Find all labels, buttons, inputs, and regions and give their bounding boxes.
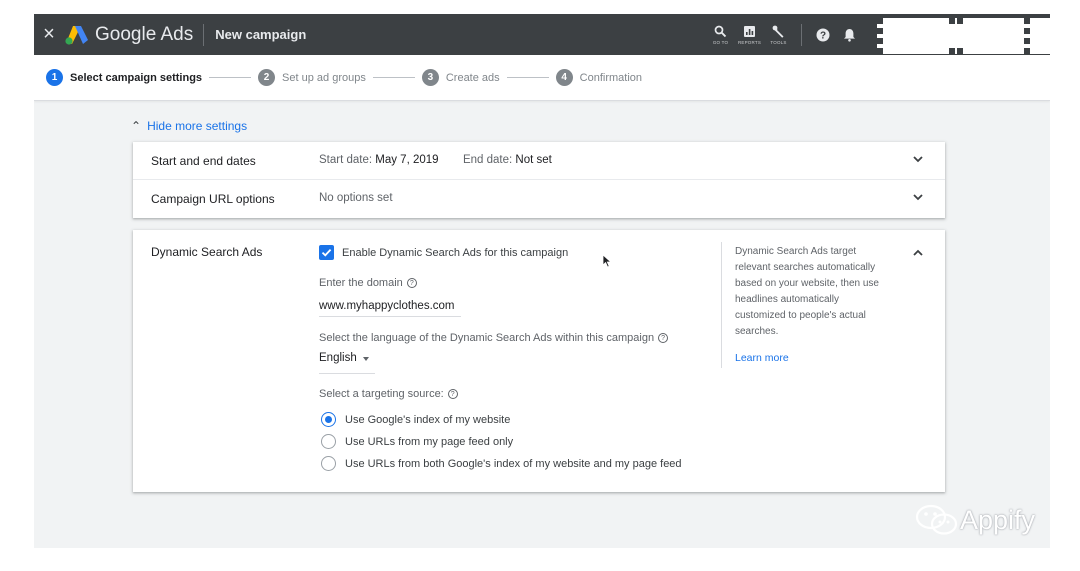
- notifications-button[interactable]: [836, 14, 862, 55]
- step-create-ads[interactable]: 3 Create ads: [421, 69, 500, 86]
- row-label: Start and end dates: [151, 154, 256, 168]
- header-tools: GO TO REPORTS TOOLS ?: [706, 14, 862, 55]
- help-circle-icon[interactable]: ?: [658, 333, 669, 343]
- radio-label: Use URLs from both Google's index of my …: [345, 457, 682, 470]
- dynamic-search-ads-card: Dynamic Search Ads Enable Dynamic Search…: [133, 230, 945, 492]
- start-end-dates-row[interactable]: Start and end dates Start date: May 7, 2…: [133, 142, 945, 180]
- header-divider: [203, 23, 205, 46]
- step-number: 1: [46, 69, 63, 86]
- enable-dsa-label: Enable Dynamic Search Ads for this campa…: [342, 246, 569, 259]
- radio-unselected-icon: [321, 434, 336, 449]
- appify-watermark: Appify: [914, 503, 1035, 537]
- redacted-account-area: [877, 18, 1050, 54]
- domain-input[interactable]: [319, 295, 461, 317]
- step-ad-groups[interactable]: 2 Set up ad groups: [258, 69, 366, 86]
- step-select-settings[interactable]: 1 Select campaign settings: [46, 69, 202, 86]
- product-name: Google Ads: [95, 23, 194, 45]
- step-confirmation[interactable]: 4 Confirmation: [555, 69, 643, 86]
- top-bar: × Google Ads New campaign GO TO REPORTS …: [34, 14, 1050, 55]
- step-label: Set up ad groups: [282, 71, 366, 84]
- radio-unselected-icon: [321, 456, 336, 471]
- chevron-down-icon[interactable]: [911, 152, 925, 166]
- step-connector: [209, 77, 252, 78]
- targeting-option-both[interactable]: Use URLs from both Google's index of my …: [321, 456, 682, 471]
- reports-button[interactable]: REPORTS: [735, 25, 764, 45]
- svg-text:?: ?: [820, 30, 826, 41]
- help-panel-divider: [721, 242, 722, 368]
- domain-field-label: Enter the domain ?: [319, 277, 417, 289]
- reports-icon: [744, 25, 755, 37]
- help-circle-icon[interactable]: ?: [447, 389, 458, 399]
- chevron-down-icon[interactable]: [911, 190, 925, 204]
- targeting-option-google-index[interactable]: Use Google's index of my website: [321, 412, 510, 427]
- radio-selected-icon: [321, 412, 336, 427]
- radio-label: Use Google's index of my website: [345, 413, 511, 426]
- step-number: 2: [258, 69, 276, 86]
- campaign-url-options-row[interactable]: Campaign URL options No options set: [133, 180, 945, 218]
- language-dropdown[interactable]: English: [319, 352, 375, 374]
- step-connector: [506, 77, 549, 78]
- learn-more-link[interactable]: Learn more: [735, 352, 789, 364]
- checkbox-checked-icon: [319, 245, 334, 260]
- step-connector: [372, 77, 415, 78]
- wrench-icon: [772, 25, 784, 38]
- dropdown-caret-icon: [362, 357, 369, 361]
- hide-more-settings-label: Hide more settings: [147, 119, 248, 133]
- hide-more-settings-link[interactable]: ⌃ Hide more settings: [131, 119, 247, 133]
- chevron-up-icon[interactable]: [911, 246, 925, 260]
- watermark-text: Appify: [960, 504, 1036, 535]
- help-button[interactable]: ?: [810, 14, 836, 55]
- start-date-value: May 7, 2019: [375, 154, 439, 166]
- enable-dsa-checkbox[interactable]: Enable Dynamic Search Ads for this campa…: [319, 245, 568, 260]
- end-date-value: Not set: [515, 154, 552, 166]
- dsa-section-label: Dynamic Search Ads: [151, 245, 263, 259]
- step-label: Create ads: [445, 71, 500, 84]
- step-label: Select campaign settings: [70, 71, 203, 84]
- row-label: Campaign URL options: [151, 192, 275, 206]
- targeting-field-label: Select a targeting source: ?: [319, 388, 458, 400]
- reports-label: REPORTS: [737, 39, 762, 45]
- start-date-prefix: Start date:: [319, 154, 373, 166]
- dates-summary: Start date: May 7, 2019 End date: Not se…: [319, 154, 552, 166]
- targeting-option-page-feed[interactable]: Use URLs from my page feed only: [321, 434, 513, 449]
- wechat-icon: [915, 504, 958, 535]
- google-ads-window: × Google Ads New campaign GO TO REPORTS …: [34, 14, 1050, 548]
- campaign-stepper: 1 Select campaign settings 2 Set up ad g…: [34, 55, 1050, 101]
- step-label: Confirmation: [579, 71, 643, 84]
- google-ads-logo: [65, 25, 88, 45]
- language-field-label: Select the language of the Dynamic Searc…: [319, 332, 669, 344]
- chevron-up-icon: ⌃: [131, 119, 142, 133]
- tools-divider: [801, 23, 802, 46]
- radio-label: Use URLs from my page feed only: [345, 435, 514, 448]
- help-icon: ?: [816, 28, 830, 41]
- tools-label: TOOLS: [770, 39, 787, 45]
- close-icon[interactable]: ×: [36, 14, 62, 55]
- domain-label-text: Enter the domain: [319, 277, 403, 289]
- campaign-title: New campaign: [215, 27, 307, 42]
- go-to-button[interactable]: GO TO: [706, 25, 735, 45]
- bell-icon: [843, 28, 855, 42]
- end-date-prefix: End date:: [462, 154, 513, 166]
- more-settings-card: Start and end dates Start date: May 7, 2…: [133, 142, 945, 218]
- tools-button[interactable]: TOOLS: [764, 25, 793, 45]
- step-number: 3: [421, 69, 439, 86]
- language-value: English: [319, 352, 357, 364]
- url-options-summary: No options set: [319, 192, 393, 204]
- search-icon: [714, 25, 727, 37]
- targeting-label-text: Select a targeting source:: [319, 388, 444, 400]
- step-number: 4: [555, 69, 573, 86]
- language-label-text: Select the language of the Dynamic Searc…: [319, 332, 655, 344]
- mouse-pointer-icon: [602, 254, 612, 268]
- help-circle-icon[interactable]: ?: [406, 278, 417, 288]
- dsa-help-text: Dynamic Search Ads target relevant searc…: [735, 246, 879, 337]
- go-to-label: GO TO: [712, 39, 729, 45]
